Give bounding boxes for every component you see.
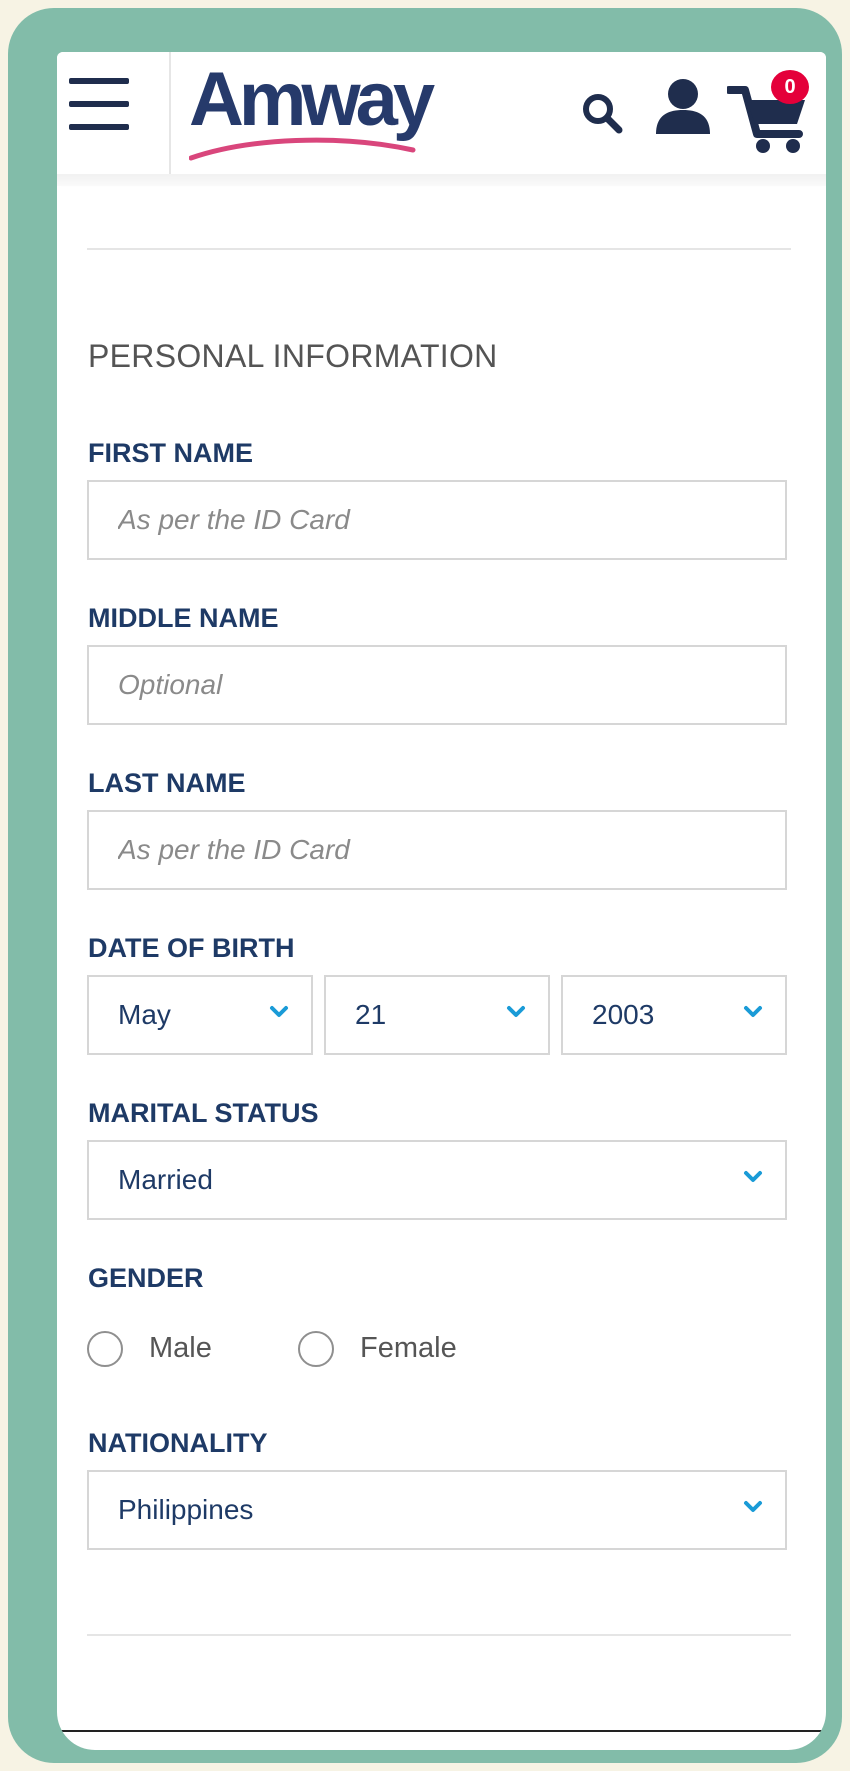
marital-status-label: MARITAL STATUS [88,1098,319,1128]
birth-year-select[interactable]: 2003 [561,975,787,1055]
middle-name-label: MIDDLE NAME [88,603,279,633]
search-icon[interactable] [579,90,625,136]
chevron-down-icon [507,1006,525,1017]
last-name-field-box [87,810,787,890]
top-divider [87,248,791,250]
birth-month-value: May [118,999,171,1030]
section-title: PERSONAL INFORMATION [88,338,498,374]
last-name-label: LAST NAME [88,768,246,798]
marital-status-select[interactable]: Married [87,1140,787,1220]
first-name-field-box [87,480,787,560]
site-header: Amway 0 [57,52,826,174]
date-of-birth-label: DATE OF BIRTH [88,933,295,963]
birth-day-value: 21 [355,999,387,1030]
marital-status-value: Married [118,1164,213,1195]
first-name-label: FIRST NAME [88,438,253,468]
middle-name-field-box [87,645,787,725]
last-name-input[interactable] [89,812,785,888]
birth-year-value: 2003 [592,999,655,1030]
gender-male-radio[interactable] [87,1331,123,1367]
gender-female-radio[interactable] [298,1331,334,1367]
amway-logo[interactable]: Amway [189,62,449,172]
chevron-down-icon [744,1171,762,1182]
nationality-label: NATIONALITY [88,1428,268,1458]
header-divider [169,52,171,174]
gender-label: GENDER [88,1263,204,1293]
nationality-select[interactable]: Philippines [87,1470,787,1550]
user-icon[interactable] [653,76,713,136]
header-shadow [57,174,826,186]
app-screen: Amway 0 PERSONAL INFORMATION FIRST NAME … [57,52,826,1750]
gender-male-label[interactable]: Male [149,1332,212,1365]
logo-swoosh [189,137,416,161]
chevron-down-icon [744,1501,762,1512]
screen-bottom-edge [57,1730,826,1732]
menu-icon[interactable] [69,74,131,136]
chevron-down-icon [270,1006,288,1017]
device-frame: Amway 0 PERSONAL INFORMATION FIRST NAME … [8,8,842,1763]
first-name-input[interactable] [89,482,785,558]
chevron-down-icon [744,1006,762,1017]
cart-count-badge: 0 [771,70,809,104]
gender-female-label[interactable]: Female [360,1332,457,1365]
nationality-value: Philippines [118,1494,254,1525]
bottom-divider [87,1634,791,1636]
birth-month-select[interactable]: May [87,975,313,1055]
birth-day-select[interactable]: 21 [324,975,550,1055]
middle-name-input[interactable] [89,647,785,723]
